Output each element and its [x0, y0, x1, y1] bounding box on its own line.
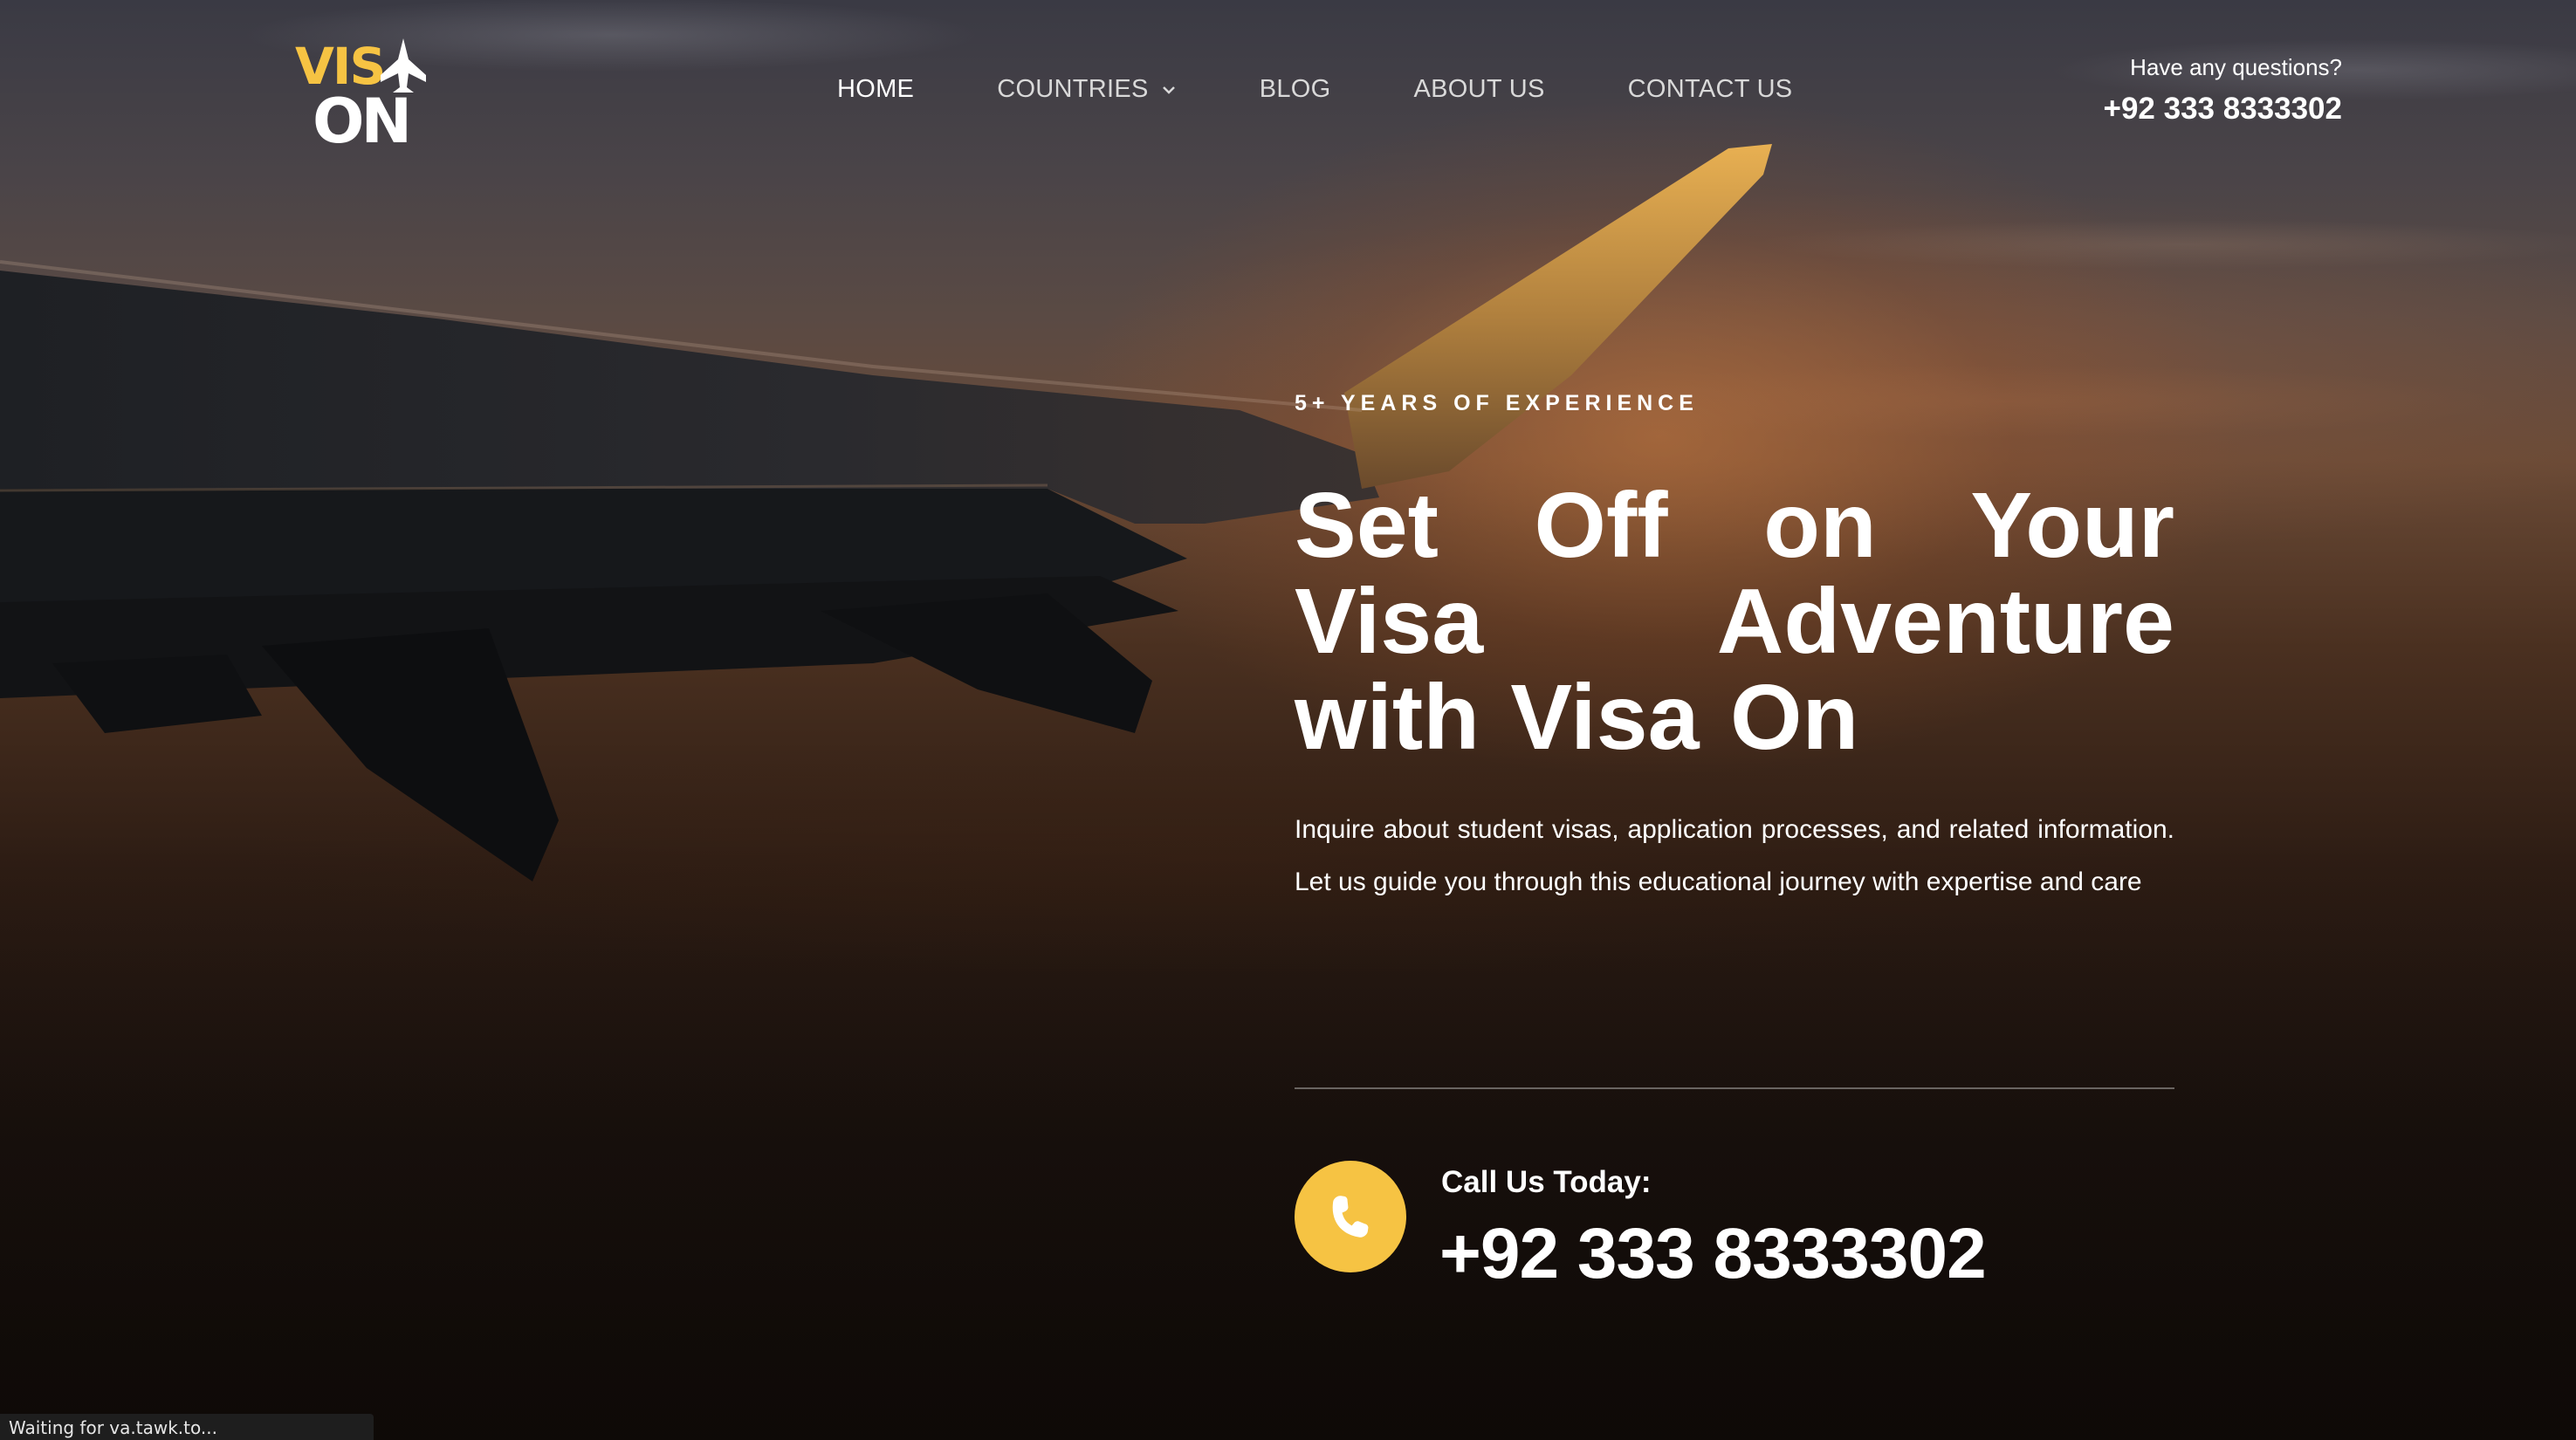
- hero-headline: Set Off on Your Visa Adventure with Visa…: [1295, 474, 2174, 769]
- chevron-down-icon: [1162, 86, 1175, 94]
- hero-divider: [1295, 1087, 2174, 1089]
- nav-blog[interactable]: BLOG: [1260, 75, 1331, 104]
- logo-text-bottom: ON: [313, 86, 412, 157]
- header-contact: Have any questions? +92 333 8333302: [2104, 54, 2342, 127]
- header-contact-question: Have any questions?: [2130, 54, 2342, 80]
- call-button[interactable]: [1295, 1161, 1406, 1272]
- nav-countries[interactable]: COUNTRIES: [997, 75, 1177, 104]
- nav-contact-us[interactable]: CONTACT US: [1628, 75, 1793, 104]
- hero-lead-text: Inquire about student visas, application…: [1295, 815, 2174, 896]
- hero-eyebrow: 5+ YEARS OF EXPERIENCE: [1295, 391, 1699, 415]
- call-phone-number[interactable]: +92 333 8333302: [1439, 1213, 1987, 1295]
- nav-countries-label: COUNTRIES: [997, 75, 1149, 103]
- browser-status-bar: Waiting for va.tawk.to...: [0, 1414, 374, 1440]
- nav-about-us-label: ABOUT US: [1413, 75, 1545, 103]
- nav-about-us[interactable]: ABOUT US: [1414, 75, 1545, 104]
- nav-home[interactable]: HOME: [837, 75, 914, 104]
- site-logo[interactable]: VIS ON: [292, 37, 431, 157]
- main-nav: HOME COUNTRIES BLOG ABOUT US CONTACT US: [837, 75, 1792, 104]
- nav-blog-label: BLOG: [1259, 75, 1331, 103]
- nav-contact-us-label: CONTACT US: [1627, 75, 1793, 103]
- nav-home-label: HOME: [837, 75, 915, 103]
- hero-content: 5+ YEARS OF EXPERIENCE Set Off on Your V…: [1295, 391, 2174, 909]
- header-contact-phone[interactable]: +92 333 8333302: [2104, 92, 2342, 127]
- bottom-shade: [0, 829, 2576, 1440]
- call-label: Call Us Today:: [1441, 1165, 1652, 1199]
- phone-icon: [1332, 1196, 1369, 1238]
